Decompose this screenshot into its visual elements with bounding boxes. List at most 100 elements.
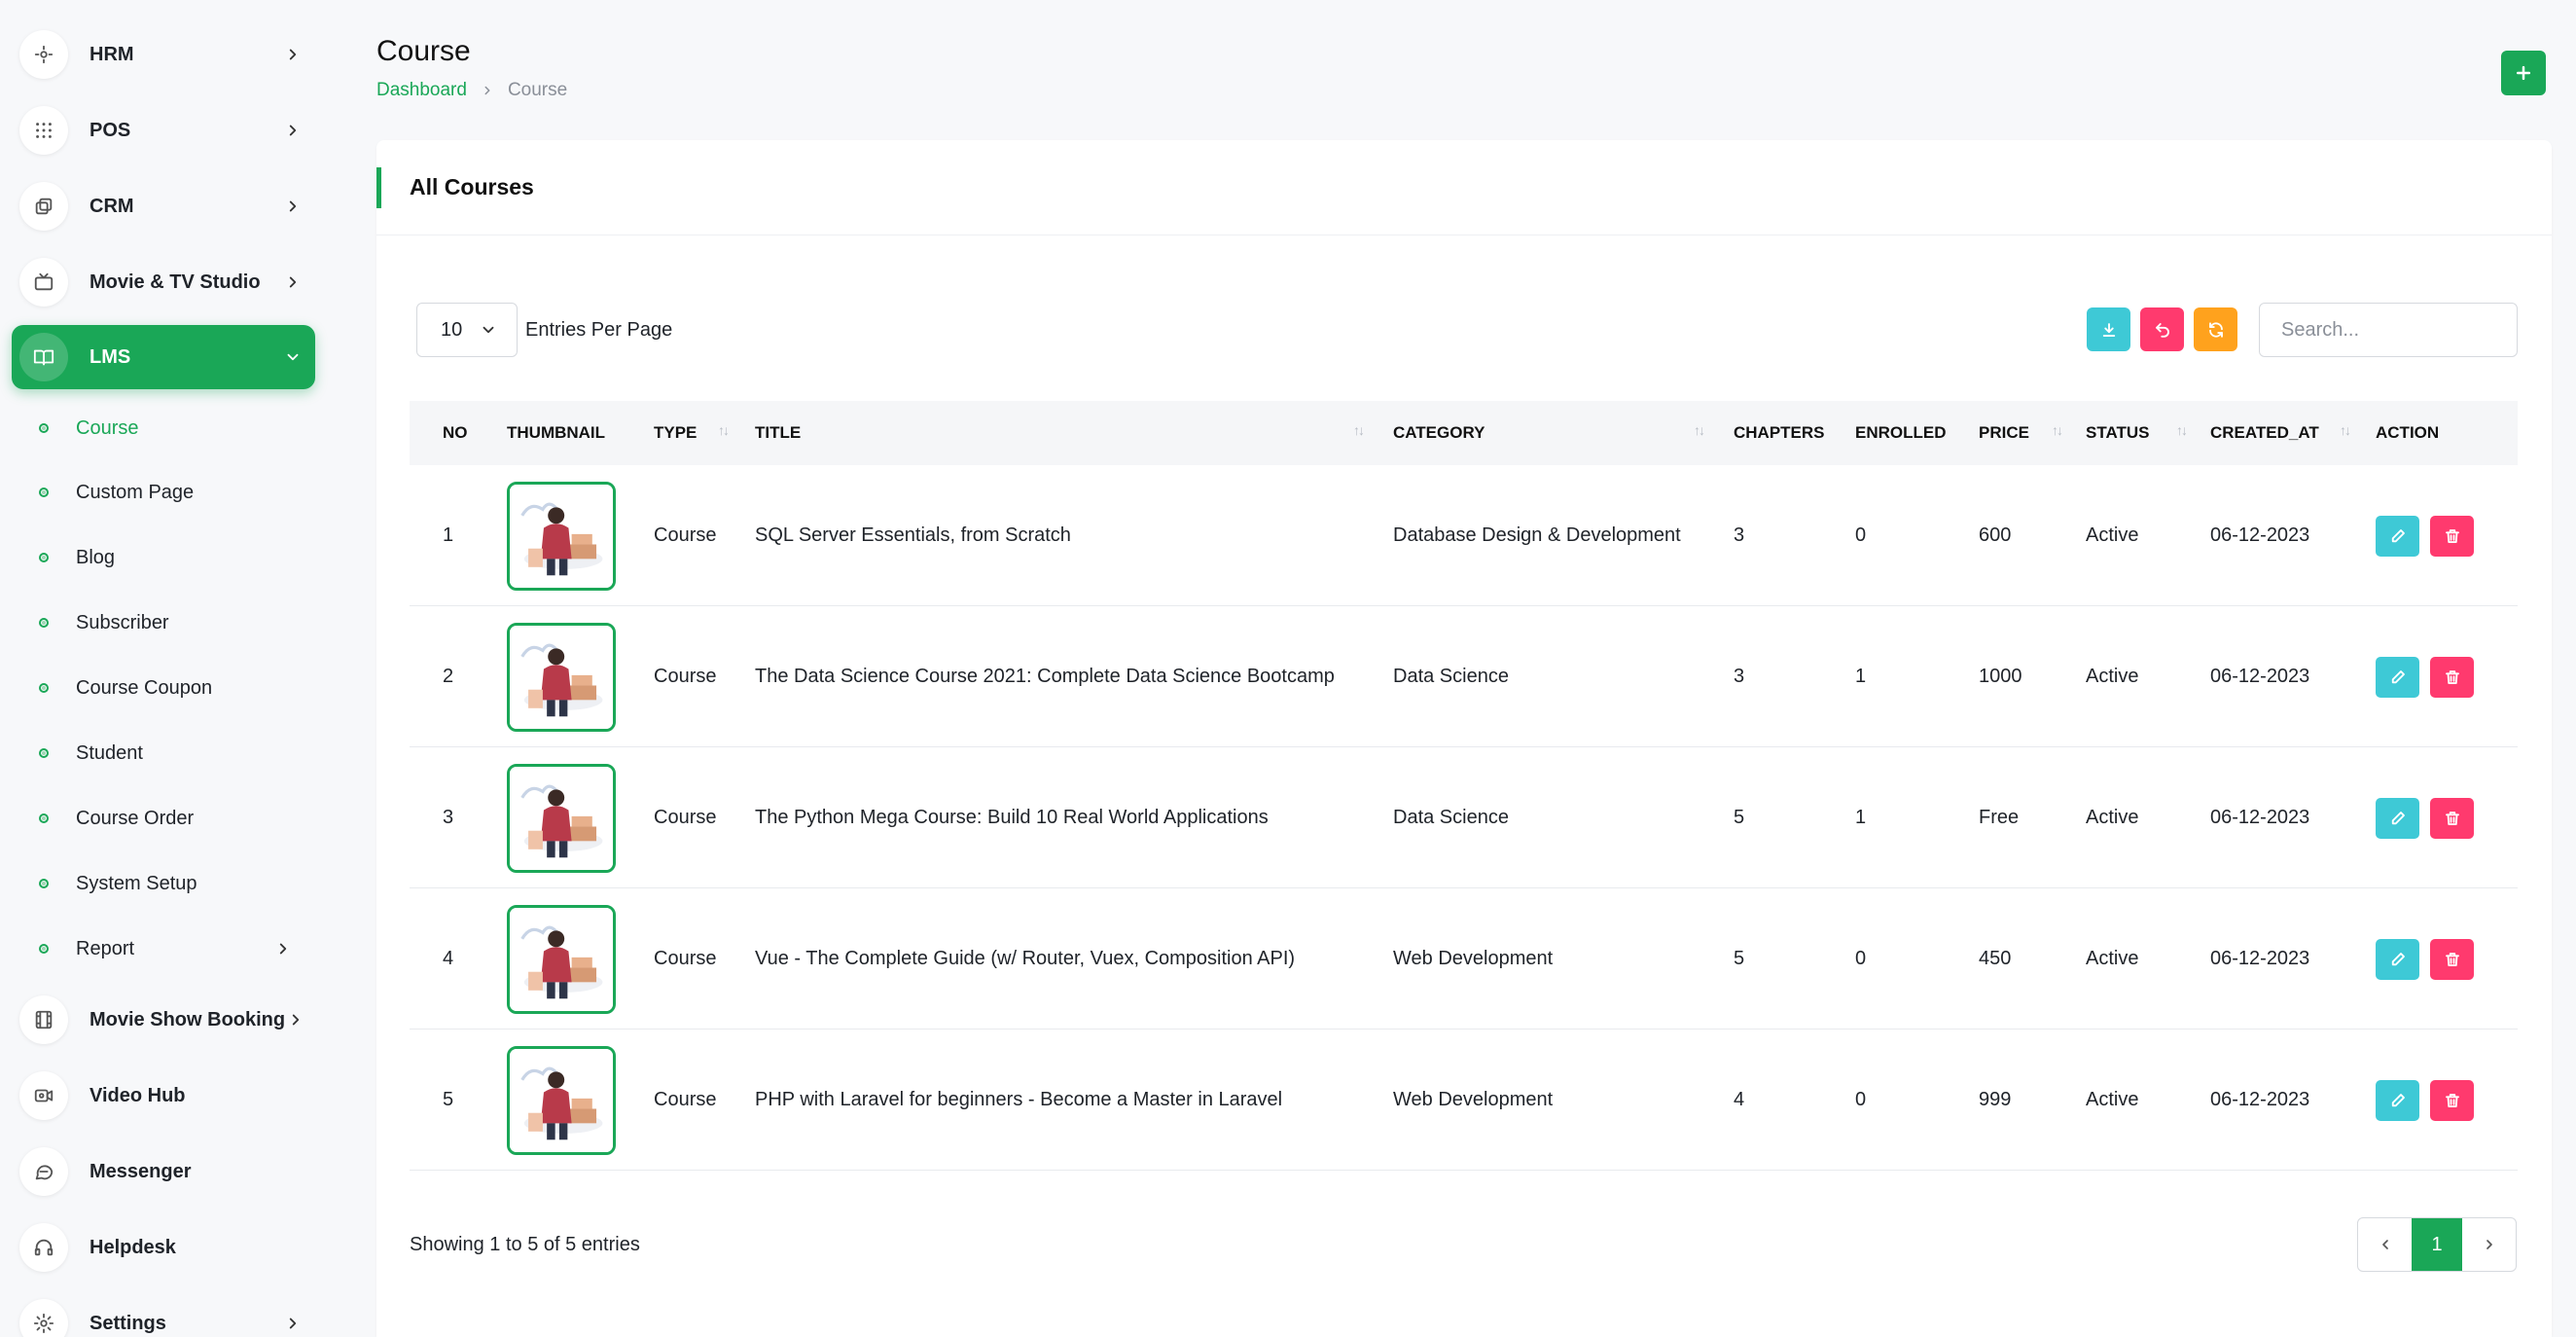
- chevron-down-icon: [280, 344, 305, 370]
- sort-icon[interactable]: ↑↓: [2052, 422, 2063, 438]
- cell-type: Course: [654, 524, 717, 546]
- chat-icon: [19, 1147, 68, 1196]
- entries-per-page-select[interactable]: 10: [416, 303, 518, 357]
- sidebar-subitem-label: Custom Page: [76, 481, 195, 503]
- pencil-icon: [2389, 951, 2407, 968]
- column-header-price[interactable]: PRICE: [1979, 401, 2029, 465]
- sidebar-subitem-label: Course: [76, 416, 139, 439]
- edit-button[interactable]: [2376, 657, 2419, 698]
- sidebar-item-movie-and-tv-studio[interactable]: Movie & TV Studio: [12, 250, 315, 314]
- add-course-button[interactable]: [2501, 51, 2546, 95]
- plus-icon: [2516, 65, 2531, 81]
- card-header: All Courses: [376, 140, 2552, 235]
- delete-button[interactable]: [2430, 939, 2474, 980]
- cell-type: Course: [654, 666, 717, 687]
- sidebar-subitem-course-coupon[interactable]: Course Coupon: [39, 668, 302, 707]
- sidebar-item-label: Settings: [89, 1312, 166, 1334]
- column-header-thumbnail[interactable]: THUMBNAIL: [507, 401, 605, 465]
- delete-button[interactable]: [2430, 657, 2474, 698]
- sort-icon[interactable]: ↑↓: [718, 422, 730, 438]
- column-header-status[interactable]: STATUS: [2086, 401, 2149, 465]
- edit-button[interactable]: [2376, 939, 2419, 980]
- sidebar-subitem-custom-page[interactable]: Custom Page: [39, 473, 302, 512]
- cell-title: The Data Science Course 2021: Complete D…: [755, 666, 1335, 687]
- delete-button[interactable]: [2430, 798, 2474, 839]
- sidebar-subitem-label: Subscriber: [76, 611, 169, 633]
- column-header-no[interactable]: NO: [443, 401, 468, 465]
- sidebar-item-video-hub[interactable]: Video Hub: [12, 1064, 315, 1128]
- sidebar-item-helpdesk[interactable]: Helpdesk: [12, 1215, 315, 1280]
- course-thumbnail: [507, 905, 616, 1014]
- page-button[interactable]: 1: [2412, 1218, 2462, 1271]
- bullet-icon: [39, 488, 49, 497]
- sidebar-item-label: HRM: [89, 43, 134, 65]
- edit-button[interactable]: [2376, 516, 2419, 557]
- download-button[interactable]: [2087, 307, 2130, 351]
- sort-icon[interactable]: ↑↓: [2340, 422, 2351, 438]
- breadcrumb-current: Course: [507, 80, 568, 100]
- cell-enrolled: 1: [1855, 807, 1867, 828]
- sort-icon[interactable]: ↑↓: [1353, 422, 1365, 438]
- column-header-category[interactable]: CATEGORY: [1393, 401, 1485, 465]
- course-thumbnail: [507, 764, 616, 873]
- search-input[interactable]: [2259, 303, 2518, 357]
- sidebar-item-label: CRM: [89, 195, 134, 217]
- sidebar-subitem-blog[interactable]: Blog: [39, 538, 302, 577]
- cell-price: Free: [1979, 807, 2020, 828]
- column-header-action: ACTION: [2376, 423, 2440, 442]
- cell-status: Active: [2086, 666, 2139, 687]
- sidebar-item-lms[interactable]: LMS: [12, 325, 315, 389]
- chevron-right-icon: [280, 194, 305, 219]
- sidebar-subitem-label: Course Order: [76, 807, 195, 829]
- sidebar-subitem-student[interactable]: Student: [39, 734, 302, 773]
- sort-icon[interactable]: ↑↓: [1694, 422, 1705, 438]
- cell-created-at: 06-12-2023: [2210, 666, 2310, 687]
- bullet-icon: [39, 748, 49, 758]
- column-header-enrolled[interactable]: ENROLLED: [1855, 401, 1947, 465]
- column-header-title[interactable]: TITLE: [755, 401, 801, 465]
- sidebar-item-hrm[interactable]: HRM: [12, 22, 315, 87]
- film-icon: [19, 995, 68, 1044]
- card-header-accent: [376, 167, 381, 208]
- edit-button[interactable]: [2376, 798, 2419, 839]
- sidebar-item-pos[interactable]: POS: [12, 98, 315, 163]
- sidebar-subitem-subscriber[interactable]: Subscriber: [39, 603, 302, 642]
- trash-icon: [2444, 810, 2461, 827]
- card-title: All Courses: [410, 174, 534, 199]
- cell-enrolled: 0: [1855, 948, 1867, 969]
- column-header-chapters[interactable]: CHAPTERS: [1734, 401, 1825, 465]
- sidebar-item-settings[interactable]: Settings: [12, 1291, 315, 1337]
- cell-type: Course: [654, 807, 717, 828]
- sidebar-subitem-report[interactable]: Report: [39, 929, 302, 968]
- previous-page-button[interactable]: [2358, 1218, 2412, 1271]
- tv-icon: [19, 258, 68, 307]
- video-icon: [19, 1071, 68, 1120]
- reset-button[interactable]: [2140, 307, 2184, 351]
- chevron-right-icon: [272, 938, 294, 959]
- cell-status: Active: [2086, 524, 2139, 546]
- table-row: 1 Course SQL Server Essentials, from Scr…: [410, 465, 2518, 606]
- column-header-type[interactable]: TYPE: [654, 401, 697, 465]
- refresh-button[interactable]: [2194, 307, 2237, 351]
- cell-category: Web Development: [1393, 1089, 1554, 1110]
- cell-status: Active: [2086, 948, 2139, 969]
- delete-button[interactable]: [2430, 516, 2474, 557]
- delete-button[interactable]: [2430, 1080, 2474, 1121]
- sidebar-subitem-system-setup[interactable]: System Setup: [39, 864, 302, 903]
- gear-icon: [19, 1299, 68, 1337]
- cell-title: PHP with Laravel for beginners - Become …: [755, 1089, 1283, 1110]
- sidebar-item-crm[interactable]: CRM: [12, 174, 315, 238]
- edit-button[interactable]: [2376, 1080, 2419, 1121]
- sidebar-subitem-course[interactable]: Course: [39, 409, 302, 448]
- refresh-icon: [2208, 321, 2223, 338]
- column-header-created-at[interactable]: CREATED_AT: [2210, 401, 2319, 465]
- sidebar-subitem-label: Report: [76, 937, 135, 959]
- sort-icon[interactable]: ↑↓: [2176, 422, 2188, 438]
- chevron-right-icon: [280, 270, 305, 295]
- cell-no: 1: [443, 524, 454, 546]
- next-page-button[interactable]: [2462, 1218, 2516, 1271]
- sidebar-item-movie-show-booking[interactable]: Movie Show Booking: [12, 988, 315, 1052]
- sidebar-subitem-course-order[interactable]: Course Order: [39, 799, 302, 838]
- sidebar-item-messenger[interactable]: Messenger: [12, 1139, 315, 1204]
- breadcrumb-dashboard-link[interactable]: Dashboard: [376, 80, 467, 101]
